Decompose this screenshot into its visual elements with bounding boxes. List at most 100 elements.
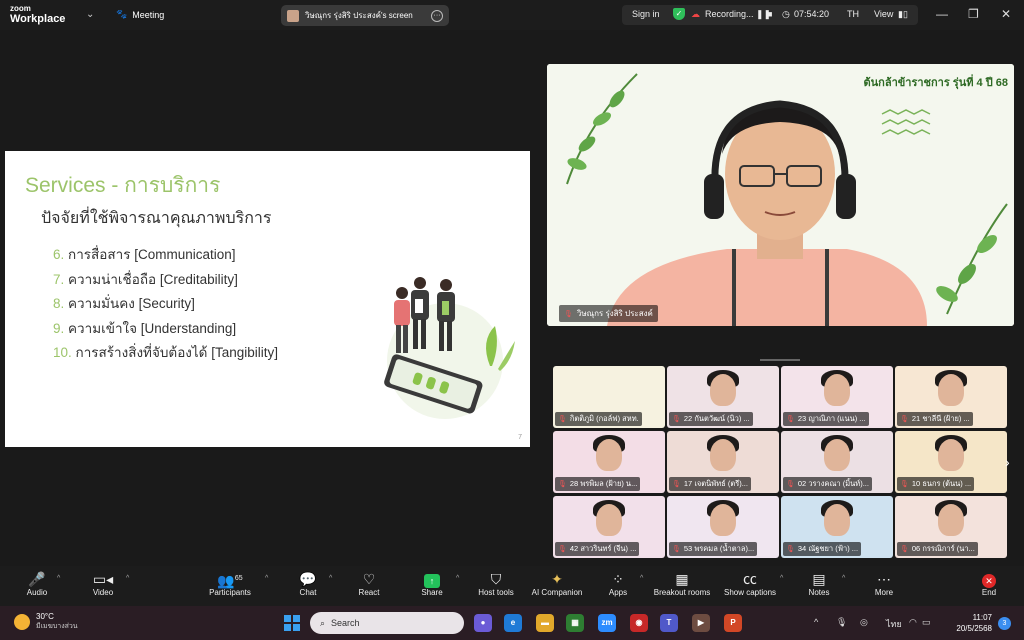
participants-button[interactable]: 👥65 Participants bbox=[200, 570, 260, 597]
edge-icon[interactable]: e bbox=[504, 614, 522, 632]
participant-name: 17 เจตนิพัทธ์ (ตรี)... bbox=[683, 479, 748, 488]
participant-tile[interactable]: 🎙 22 กันตวัฒน์ (นิว) ... bbox=[667, 366, 779, 428]
meeting-timer: 07:54:20 bbox=[794, 9, 830, 19]
mic-muted-icon: 🎙 bbox=[564, 310, 573, 318]
meeting-label: Meeting bbox=[132, 9, 165, 20]
business-illustration bbox=[384, 277, 515, 419]
participant-name: 23 ญาณิภา (แนน) ... bbox=[797, 414, 866, 423]
tray-chevron-icon[interactable]: ^ bbox=[814, 617, 818, 627]
audio-caret-icon[interactable]: ^ bbox=[57, 575, 60, 582]
chrome-red-icon[interactable]: ◉ bbox=[630, 614, 648, 632]
apps-button[interactable]: ⁘ Apps bbox=[588, 570, 648, 597]
teams-icon[interactable]: T bbox=[660, 614, 678, 632]
participant-tile[interactable]: 🎙 02 วรางคณา (มิ้นท์)... bbox=[781, 431, 893, 493]
sheets-icon[interactable]: ▦ bbox=[566, 614, 584, 632]
zoom-app-icon[interactable]: zm bbox=[598, 614, 616, 632]
recording-label[interactable]: Recording... bbox=[705, 9, 754, 19]
file-explorer-icon[interactable]: ▬ bbox=[536, 614, 554, 632]
ai-companion-label: AI Companion bbox=[531, 588, 583, 597]
notes-icon: ▤ bbox=[812, 571, 826, 587]
vpn-tray-icon[interactable]: ◎ bbox=[860, 617, 868, 628]
next-page-arrow-icon[interactable]: › bbox=[1005, 454, 1010, 470]
notes-button[interactable]: ▤ Notes bbox=[789, 570, 849, 597]
video-caret-icon[interactable]: ^ bbox=[126, 575, 129, 582]
powerpoint-icon[interactable]: P bbox=[724, 614, 742, 632]
participant-tile[interactable]: 🎙 28 พรพิมล (ฝ้าย) น... bbox=[553, 431, 665, 493]
speaker-name-tag: 🎙 วิษณุกร รุ่งสิริ ประสงค์ bbox=[559, 305, 658, 322]
restore-icon[interactable]: ❐ bbox=[968, 7, 979, 21]
participant-tile[interactable]: 🎙 06 กรรณิการ์ (นา... bbox=[895, 496, 1007, 558]
share-label: Share bbox=[421, 588, 443, 597]
search-label: Search bbox=[331, 618, 360, 628]
more-button[interactable]: ⋯ More bbox=[854, 570, 914, 597]
notification-badge[interactable]: 3 bbox=[998, 617, 1011, 630]
shield-icon[interactable]: ✓ bbox=[673, 8, 685, 20]
speaker-scene bbox=[547, 64, 1014, 326]
taskbar-clock[interactable]: 11:07 20/5/2568 bbox=[938, 612, 992, 634]
participant-tile[interactable]: 🎙 21 ชาลีนี (ฝ้าย) ... bbox=[895, 366, 1007, 428]
screen-share-pill[interactable]: วิษณุกร รุ่งสิริ ประสงค์'s screen ··· bbox=[281, 5, 449, 26]
item-text: ความน่าเชื่อถือ [Creditability] bbox=[68, 271, 238, 287]
logo-line2: Workplace bbox=[10, 13, 66, 25]
participant-name-tag: 🎙 21 ชาลีนี (ฝ้าย) ... bbox=[897, 412, 973, 426]
participant-name: 28 พรพิมล (ฝ้าย) น... bbox=[569, 479, 638, 488]
participant-tile[interactable]: 🎙 กิตติภูมิ (กอล์ฟ) สหท. bbox=[553, 366, 665, 428]
chevron-down-icon[interactable]: ⌄ bbox=[86, 9, 94, 20]
participant-name-tag: 🎙 กิตติภูมิ (กอล์ฟ) สหท. bbox=[555, 412, 642, 426]
sign-in-button[interactable]: Sign in bbox=[632, 9, 660, 19]
participant-tile[interactable]: 🎙 34 ณัฐชยา (ฟ้า) ... bbox=[781, 496, 893, 558]
more-options-icon[interactable]: ··· bbox=[431, 9, 443, 22]
mic-muted-icon: 🎙 bbox=[900, 416, 909, 423]
input-language[interactable]: ไทย bbox=[886, 617, 902, 631]
participant-name: 22 กันตวัฒน์ (นิว) ... bbox=[683, 414, 750, 423]
react-button[interactable]: ♡ React bbox=[339, 570, 399, 597]
minimize-icon[interactable]: — bbox=[936, 7, 948, 21]
mic-muted-icon: 🎙 bbox=[672, 481, 681, 488]
participant-tile[interactable]: 🎙 23 ญาณิภา (แนน) ... bbox=[781, 366, 893, 428]
share-icon: ↑ bbox=[402, 570, 462, 588]
apps-caret-icon[interactable]: ^ bbox=[640, 575, 643, 582]
windows-start-icon[interactable] bbox=[284, 615, 300, 631]
weather-temp: 30°C bbox=[36, 612, 54, 621]
host-tools-button[interactable]: ⛉ Host tools bbox=[466, 570, 526, 597]
participant-face bbox=[938, 504, 964, 536]
close-icon[interactable]: ✕ bbox=[1001, 7, 1011, 21]
captions-caret-icon[interactable]: ^ bbox=[780, 575, 783, 582]
share-caret-icon[interactable]: ^ bbox=[456, 575, 459, 582]
share-button[interactable]: ↑ Share bbox=[402, 570, 462, 597]
end-button[interactable]: ✕ End bbox=[959, 570, 1019, 597]
audio-label: Audio bbox=[26, 588, 48, 597]
video-button[interactable]: ▭◂ Video bbox=[73, 570, 133, 597]
slide-list: 6. การสื่อสาร [Communication] 7. ความน่า… bbox=[53, 243, 278, 366]
participant-grid: 🎙 กิตติภูมิ (กอล์ฟ) สหท. 🎙 22 กันตวัฒน์ (นิ… bbox=[553, 366, 1009, 558]
participant-tile[interactable]: 🎙 42 สาวรินทร์ (จีน) ... bbox=[553, 496, 665, 558]
participant-name-tag: 🎙 23 ญาณิภา (แนน) ... bbox=[783, 412, 869, 426]
wifi-icon[interactable]: ◠ bbox=[909, 617, 917, 628]
battery-icon[interactable]: ▭ bbox=[922, 617, 931, 628]
language-button[interactable]: TH bbox=[847, 9, 859, 19]
mic-tray-icon[interactable]: 🎙 bbox=[836, 617, 847, 628]
view-icon[interactable]: ▮▯ bbox=[898, 9, 908, 20]
media-app-icon[interactable]: ▶ bbox=[692, 614, 710, 632]
participant-tile[interactable]: 🎙 53 พรคมล (น้ำตาล)... bbox=[667, 496, 779, 558]
participant-tile[interactable]: 🎙 17 เจตนิพัทธ์ (ตรี)... bbox=[667, 431, 779, 493]
resize-handle[interactable] bbox=[760, 359, 800, 361]
ai-companion-button[interactable]: ✦ AI Companion bbox=[527, 570, 587, 597]
participants-caret-icon[interactable]: ^ bbox=[265, 575, 268, 582]
show-captions-button[interactable]: ㏄ Show captions bbox=[720, 570, 780, 597]
stop-icon[interactable]: ■ bbox=[767, 9, 772, 19]
view-button[interactable]: View bbox=[874, 9, 893, 19]
speaker-video[interactable]: ต้นกล้าข้าราชการ รุ่นที่ 4 ปี 68 🎙 วิษณุ… bbox=[547, 64, 1014, 326]
taskbar-search[interactable]: ⌕ Search bbox=[310, 612, 464, 634]
meeting-toolbar: 🎤 Audio ^ ▭◂ Video ^ 👥65 Participants ^ 💬 Ch… bbox=[0, 566, 1024, 606]
item-text: ความเข้าใจ [Understanding] bbox=[68, 320, 237, 336]
notes-caret-icon[interactable]: ^ bbox=[842, 575, 845, 582]
weather-widget[interactable]: 30°C มีเมฆบางส่วน bbox=[14, 612, 78, 632]
participant-name: 02 วรางคณา (มิ้นท์)... bbox=[797, 479, 869, 488]
participant-tile[interactable]: 🎙 10 ธนกร (ต้นน) ... bbox=[895, 431, 1007, 493]
meeting-menu[interactable]: 🐾 Meeting bbox=[116, 9, 164, 20]
breakout-rooms-button[interactable]: ▦ Breakout rooms bbox=[652, 570, 712, 597]
chat-caret-icon[interactable]: ^ bbox=[329, 575, 332, 582]
meet-app-icon[interactable]: ● bbox=[474, 614, 492, 632]
mic-muted-icon: 🎙 bbox=[786, 546, 795, 553]
